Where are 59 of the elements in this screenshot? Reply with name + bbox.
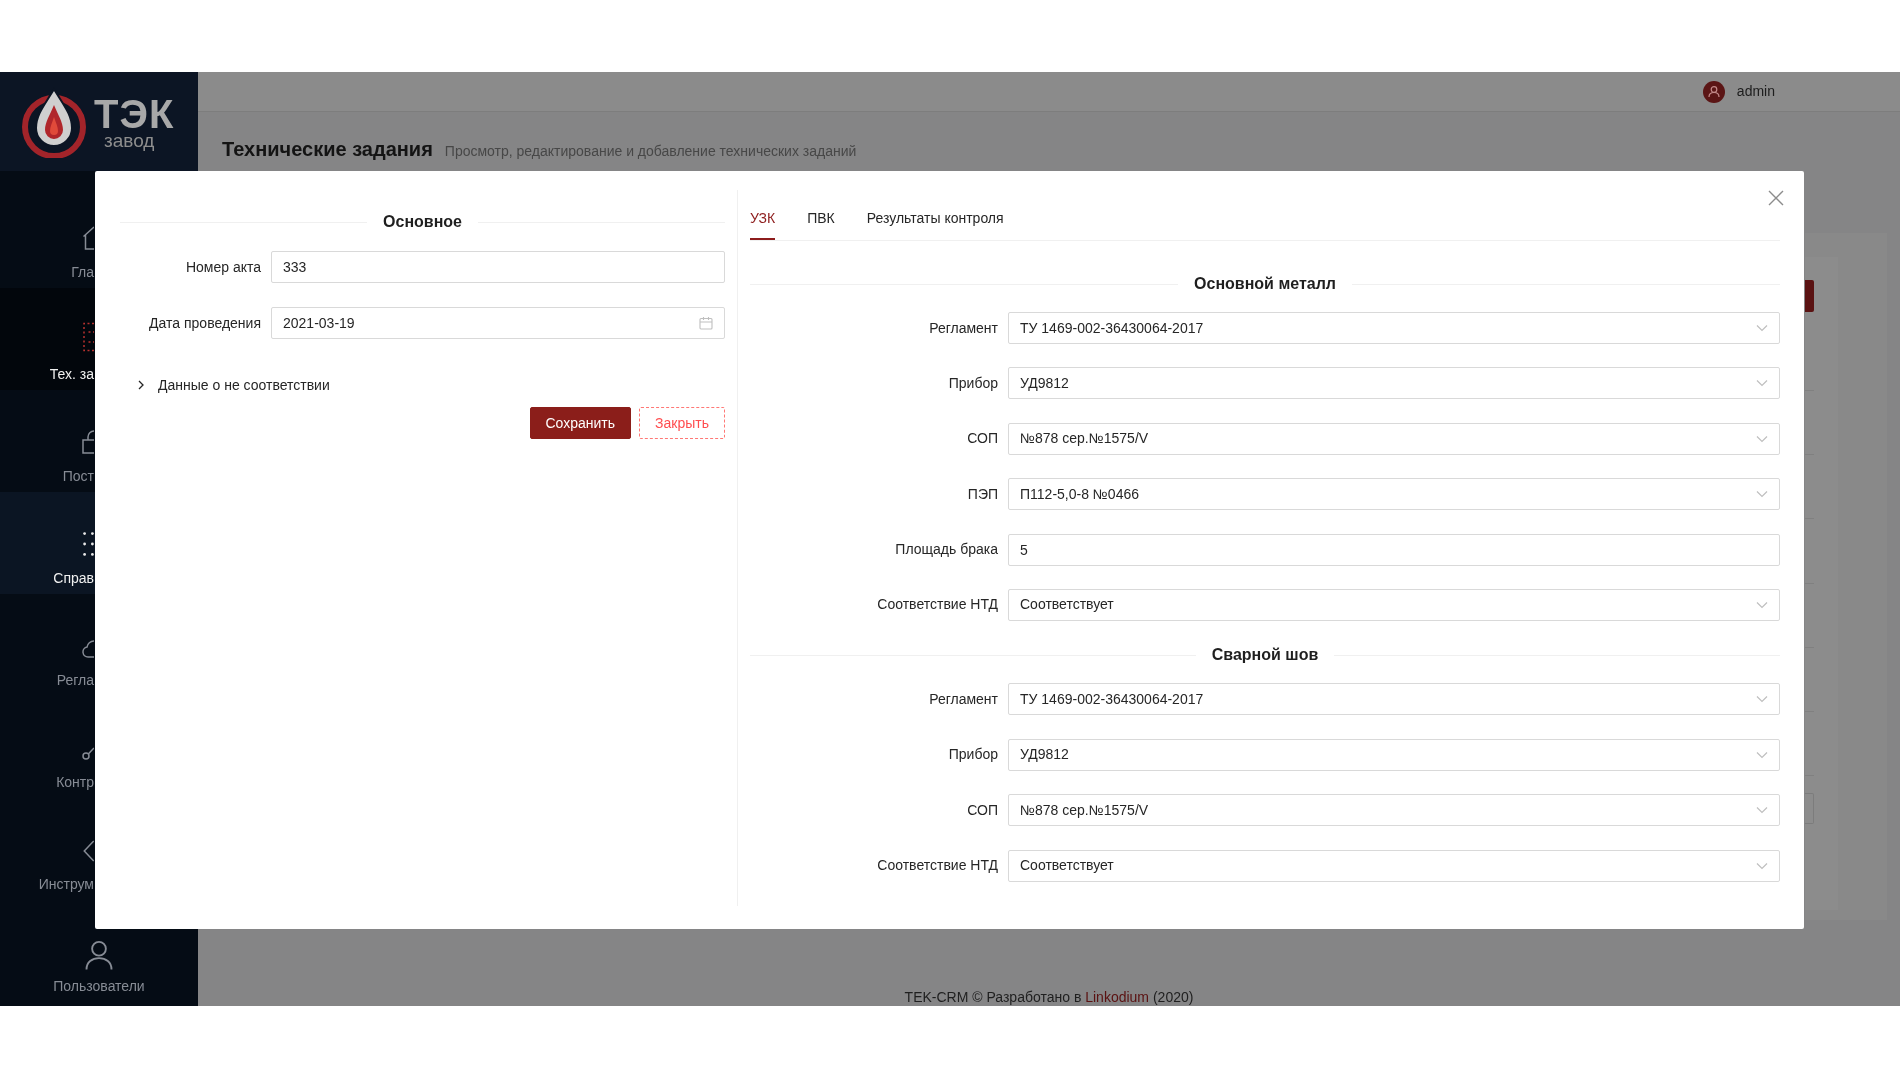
field-label: СОП (966, 429, 998, 449)
select-field[interactable]: П112-5,0-8 №0466 (1008, 478, 1780, 511)
text-field[interactable]: 5 (1008, 533, 1780, 566)
close-icon (1768, 190, 1784, 206)
chevron-down-icon (1756, 322, 1768, 334)
field-label: СОП (966, 800, 998, 820)
user-icon (84, 940, 114, 970)
dot-grid-icon (83, 532, 94, 556)
input-edge[interactable] (1805, 793, 1814, 825)
lock-icon (82, 430, 94, 454)
nav-item[interactable]: Пользователи (0, 900, 198, 1002)
nodes-icon (82, 747, 94, 760)
field-label: Соответствие НТД (876, 856, 998, 875)
nav-item[interactable]: Регла (0, 594, 95, 696)
select-field[interactable]: №878 сер.№1575/V (1008, 422, 1780, 455)
nav-item[interactable]: Пост (0, 390, 95, 492)
tab[interactable]: ПВК (807, 190, 835, 240)
field-label: Регламент (928, 689, 998, 709)
section-title: Сварной шов (1211, 645, 1319, 666)
tab[interactable]: Результаты контроля (866, 190, 1004, 240)
cloud-icon (82, 640, 94, 658)
field-label: Площадь брака (894, 540, 998, 560)
nav-item[interactable]: Гла (0, 186, 95, 288)
select-field[interactable]: Соответствует (1008, 588, 1780, 621)
field-label: Номер акта (184, 257, 261, 277)
field-label: Регламент (928, 318, 998, 338)
close-button[interactable] (1768, 190, 1784, 206)
section-title: Основной металл (1194, 274, 1336, 294)
chevron-right-icon (136, 380, 146, 390)
avatar-icon[interactable] (1702, 80, 1725, 103)
nav-item[interactable]: Инструм (0, 798, 95, 900)
calendar-icon (699, 316, 713, 330)
nav-item[interactable]: Тех. за (0, 288, 95, 390)
select-field[interactable]: ТУ 1469-002-36430064-2017 (1008, 683, 1780, 716)
section-title: Основное (383, 212, 462, 232)
select-field[interactable]: УД9812 (1008, 367, 1780, 400)
field-label: Соответствие НТД (876, 595, 998, 615)
footer-text: TEK-CRM © Разработано в Linkodium (2020) (903, 988, 1195, 1006)
nav-item[interactable]: Контр (0, 696, 95, 798)
select-field[interactable]: №878 сер.№1575/V (1008, 794, 1780, 827)
select-field[interactable]: Соответствует (1008, 849, 1780, 882)
field-label: Прибор (947, 745, 998, 765)
page-title: Технические задания (222, 137, 433, 162)
date-field[interactable]: 2021-03-19 (271, 307, 725, 339)
dotted-square-icon (82, 322, 94, 352)
collapse-toggle[interactable]: Данные о не соответствии (136, 374, 330, 396)
user-name[interactable]: admin (1736, 81, 1775, 102)
field-label: ПЭП (966, 484, 998, 504)
field-label: Дата проведения (148, 313, 261, 333)
tab[interactable]: УЗК (750, 190, 776, 240)
text-field[interactable]: 333 (271, 251, 725, 283)
save-button[interactable]: Сохранить (529, 407, 632, 439)
select-field[interactable]: УД9812 (1008, 738, 1780, 771)
house-icon (82, 226, 94, 250)
select-field[interactable]: ТУ 1469-002-36430064-2017 (1008, 312, 1780, 344)
nav-item[interactable]: Справ (0, 492, 95, 594)
footer-link[interactable]: Linkodium (1085, 989, 1150, 1005)
page-subtitle: Просмотр, редактирование и добавление технических заданий (444, 142, 857, 161)
field-label: Прибор (947, 373, 998, 393)
